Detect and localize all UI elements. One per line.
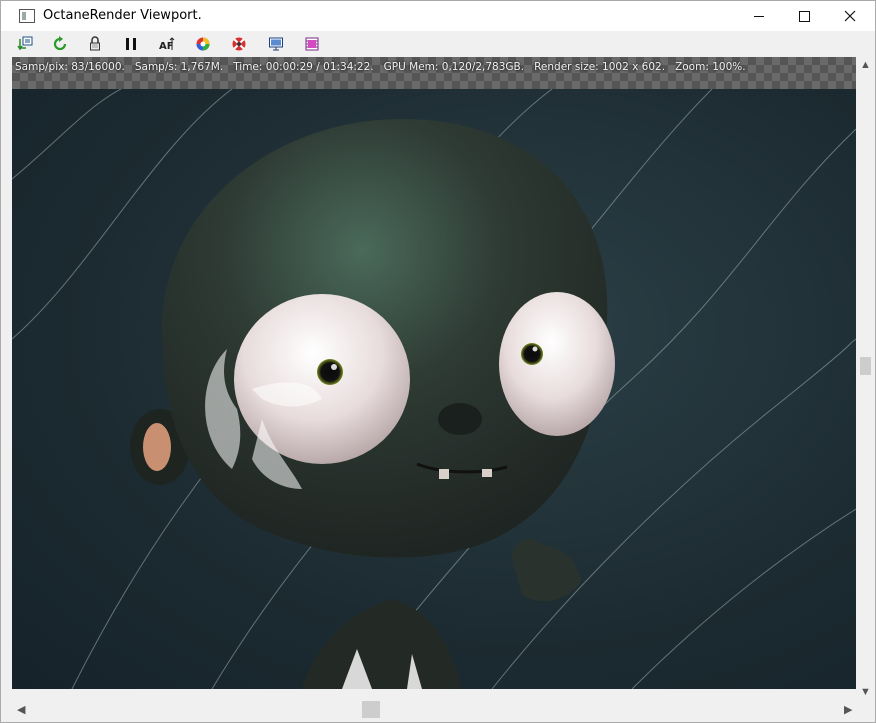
horizontal-scrollbar[interactable] xyxy=(12,701,856,718)
app-icon xyxy=(19,9,35,23)
autofocus-icon: AF xyxy=(159,37,175,52)
display-settings-button[interactable] xyxy=(267,35,285,53)
monitor-icon xyxy=(269,37,283,51)
close-button[interactable] xyxy=(827,1,873,31)
maximize-button[interactable] xyxy=(781,1,827,31)
pause-render-button[interactable] xyxy=(122,35,140,53)
viewport-window: OctaneRender Viewport. AF Samp/pix: 83/1… xyxy=(0,0,876,723)
vertical-scrollbar[interactable] xyxy=(856,57,873,701)
window-title: OctaneRender Viewport. xyxy=(43,8,202,23)
pause-icon xyxy=(126,38,136,50)
restart-icon xyxy=(53,36,67,51)
material-picker-button[interactable] xyxy=(194,35,212,53)
lock-resolution-button[interactable] xyxy=(86,35,104,53)
lock-icon xyxy=(90,36,100,51)
horizontal-scroll-thumb[interactable] xyxy=(362,701,380,718)
recenter-icon xyxy=(17,36,33,51)
film-region-button[interactable] xyxy=(303,35,321,53)
object-picker-button[interactable] xyxy=(230,35,248,53)
close-icon xyxy=(844,10,856,22)
autofocus-picker-button[interactable]: AF xyxy=(158,35,176,53)
toolbar: AF xyxy=(2,31,874,57)
title-bar[interactable]: OctaneRender Viewport. xyxy=(1,1,875,31)
minimize-icon xyxy=(754,15,764,17)
maximize-icon xyxy=(798,10,810,22)
render-illustration xyxy=(12,89,856,689)
film-icon xyxy=(305,37,319,51)
restart-render-button[interactable] xyxy=(51,35,69,53)
picker-icon xyxy=(232,37,246,51)
vertical-scroll-thumb[interactable] xyxy=(860,357,871,375)
chevron-left-icon[interactable]: ◀ xyxy=(17,703,25,716)
chevron-right-icon[interactable]: ▶ xyxy=(844,703,852,716)
chevron-up-icon[interactable]: ▲ xyxy=(860,59,871,71)
chevron-down-icon[interactable]: ▼ xyxy=(860,686,871,698)
render-image[interactable] xyxy=(12,89,856,689)
color-wheel-icon xyxy=(196,37,210,51)
recenter-view-button[interactable] xyxy=(16,35,34,53)
minimize-button[interactable] xyxy=(736,1,782,31)
svg-text:AF: AF xyxy=(159,41,174,52)
render-status-bar: Samp/pix: 83/16000. Samp/s: 1,767M. Time… xyxy=(15,61,746,73)
scrollbar-corner xyxy=(856,701,873,718)
